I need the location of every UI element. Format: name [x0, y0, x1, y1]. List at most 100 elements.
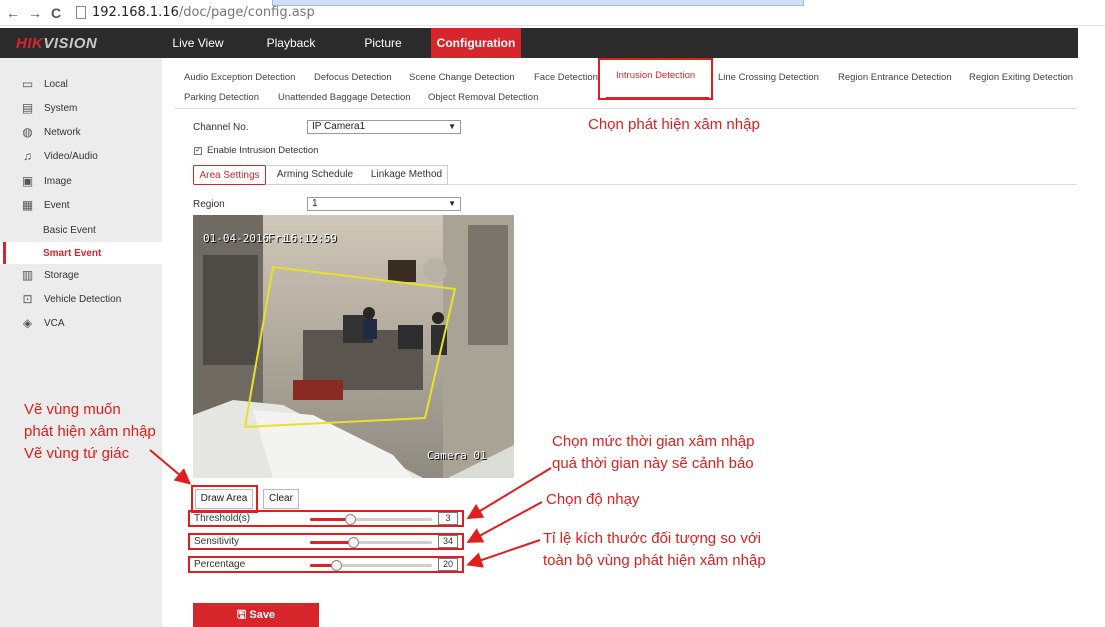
annotation-box-intrusion-tab — [598, 58, 713, 100]
image-icon: ▣ — [21, 174, 34, 188]
vca-icon: ◈ — [22, 316, 33, 330]
reload-icon[interactable]: C — [51, 5, 61, 21]
sensitivity-value[interactable]: 34 — [438, 535, 458, 548]
chevron-down-icon: ▼ — [448, 122, 456, 131]
logo-hik: HIK — [16, 35, 44, 52]
tab-region-exiting-detection[interactable]: Region Exiting Detection — [969, 72, 1073, 83]
save-icon: 🖫 — [236, 609, 247, 621]
sensitivity-slider-handle[interactable] — [348, 537, 360, 548]
video-audio-icon: ♫ — [23, 149, 32, 163]
tab-unattended-baggage-detection[interactable]: Unattended Baggage Detection — [278, 92, 411, 103]
camera-osd-time: 16:12:59 — [284, 232, 337, 245]
camera-scene — [193, 215, 514, 478]
subtab-linkage-method[interactable]: Linkage Method — [365, 165, 448, 185]
logo-vision: VISION — [43, 35, 98, 52]
sidebar-item-label: System — [44, 103, 78, 114]
tab-region-entrance-detection[interactable]: Region Entrance Detection — [838, 72, 952, 83]
tab-face-detection[interactable]: Face Detection — [534, 72, 598, 83]
nav-picture[interactable]: Picture — [346, 28, 420, 58]
sensitivity-row: Sensitivity 34 — [188, 533, 464, 550]
sidebar-item-image[interactable]: ▣ Image — [0, 171, 162, 193]
region-select[interactable]: 1 ▼ — [307, 197, 461, 211]
region-value: 1 — [312, 198, 318, 209]
save-button[interactable]: 🖫 Save — [193, 603, 319, 627]
annotation-threshold-line2: quá thời gian này sẽ cảnh báo — [552, 455, 754, 472]
threshold-slider[interactable] — [310, 518, 432, 521]
clear-button[interactable]: Clear — [263, 489, 299, 509]
sidebar-item-network[interactable]: ◍ Network — [0, 122, 162, 144]
enable-intrusion-label: Enable Intrusion Detection — [207, 145, 319, 156]
channel-value: IP Camera1 — [312, 121, 366, 132]
back-icon[interactable]: ← — [6, 5, 20, 21]
channel-select[interactable]: IP Camera1 ▼ — [307, 120, 461, 134]
tab-line-crossing-detection[interactable]: Line Crossing Detection — [718, 72, 819, 83]
camera-osd-name: Camera 01 — [427, 449, 487, 462]
page-icon — [76, 6, 86, 19]
address-highlight — [272, 0, 804, 6]
sensitivity-slider[interactable] — [310, 541, 432, 544]
enable-intrusion-checkbox[interactable]: ✓ — [194, 147, 202, 155]
subtab-area-settings[interactable]: Area Settings — [193, 165, 266, 185]
percentage-slider-handle[interactable] — [331, 560, 343, 571]
sidebar-item-video-audio[interactable]: ♫ Video/Audio — [0, 146, 162, 168]
globe-icon: ◍ — [22, 125, 33, 139]
sidebar-item-label: Vehicle Detection — [44, 294, 122, 305]
sidebar-item-event[interactable]: ▦ Event — [0, 195, 162, 217]
annotation-percentage-line1: Tỉ lệ kích thước đối tượng so với — [543, 530, 761, 547]
arrow-percentage — [466, 539, 541, 568]
tab-audio-exception-detection[interactable]: Audio Exception Detection — [184, 72, 295, 83]
sidebar-item-system[interactable]: ▤ System — [0, 98, 162, 120]
storage-icon: ▥ — [21, 268, 34, 282]
threshold-label: Threshold(s) — [194, 513, 251, 524]
nav-playback[interactable]: Playback — [252, 28, 330, 58]
annotation-intrusion: Chọn phát hiện xâm nhập — [588, 116, 760, 133]
camera-preview[interactable]: 01-04-2016 Fri 16:12:59 Camera 01 — [193, 215, 514, 478]
sidebar-item-label: Video/Audio — [44, 151, 98, 162]
sidebar-item-storage[interactable]: ▥ Storage — [0, 265, 162, 287]
subtab-divider — [448, 184, 1077, 185]
camera-osd-date: 01-04-2016 — [203, 232, 270, 245]
sidebar-item-label: Basic Event — [43, 225, 96, 236]
monitor-icon: ▭ — [21, 77, 34, 91]
annotation-draw-line2: phát hiện xâm nhập — [24, 423, 156, 440]
subtab-arming-schedule[interactable]: Arming Schedule — [273, 165, 357, 185]
hikvision-logo: HIKVISION — [16, 35, 97, 52]
region-label: Region — [193, 199, 225, 210]
sidebar-item-label: Network — [44, 127, 81, 138]
tab-parking-detection[interactable]: Parking Detection — [184, 92, 259, 103]
channel-label: Channel No. — [193, 122, 249, 133]
sidebar-item-label: Smart Event — [43, 248, 102, 259]
sidebar: ▭ Local ▤ System ◍ Network ♫ Video/Audio… — [0, 58, 162, 627]
percentage-row: Percentage 20 — [188, 556, 464, 573]
annotation-draw-line1: Vẽ vùng muốn — [24, 401, 121, 418]
annotation-draw-line3: Vẽ vùng tứ giác — [24, 445, 130, 462]
tab-scene-change-detection[interactable]: Scene Change Detection — [409, 72, 515, 83]
sidebar-item-label: VCA — [44, 318, 65, 329]
sidebar-item-vca[interactable]: ◈ VCA — [0, 313, 162, 335]
tab-defocus-detection[interactable]: Defocus Detection — [314, 72, 392, 83]
save-label: Save — [249, 609, 276, 621]
top-header: HIKVISION Live View Playback Picture Con… — [0, 28, 1078, 58]
percentage-slider[interactable] — [310, 564, 432, 567]
nav-configuration[interactable]: Configuration — [431, 28, 521, 58]
sidebar-item-label: Event — [44, 200, 70, 211]
nav-live-view[interactable]: Live View — [160, 28, 236, 58]
browser-toolbar: ← → C 192.168.1.16/doc/page/config.asp — [0, 0, 1105, 26]
percentage-value[interactable]: 20 — [438, 558, 458, 571]
annotation-sensitivity: Chọn độ nhạy — [546, 491, 640, 508]
threshold-value[interactable]: 3 — [438, 512, 458, 525]
vehicle-icon: ⊡ — [22, 292, 33, 306]
annotation-threshold-line1: Chọn mức thời gian xâm nhập — [552, 433, 755, 450]
tab-object-removal-detection[interactable]: Object Removal Detection — [428, 92, 538, 103]
sidebar-item-local[interactable]: ▭ Local — [0, 74, 162, 96]
sidebar-item-label: Local — [44, 79, 68, 90]
forward-icon[interactable]: → — [28, 5, 42, 21]
sidebar-item-basic-event[interactable]: Basic Event — [0, 219, 162, 241]
sidebar-item-smart-event[interactable]: Smart Event — [0, 242, 162, 264]
threshold-slider-handle[interactable] — [344, 514, 356, 525]
chevron-down-icon: ▼ — [448, 199, 456, 208]
tabs-divider — [175, 108, 1077, 109]
system-icon: ▤ — [21, 101, 34, 115]
sidebar-item-vehicle-detection[interactable]: ⊡ Vehicle Detection — [0, 289, 162, 311]
address-bar[interactable]: 192.168.1.16/doc/page/config.asp — [92, 5, 315, 20]
